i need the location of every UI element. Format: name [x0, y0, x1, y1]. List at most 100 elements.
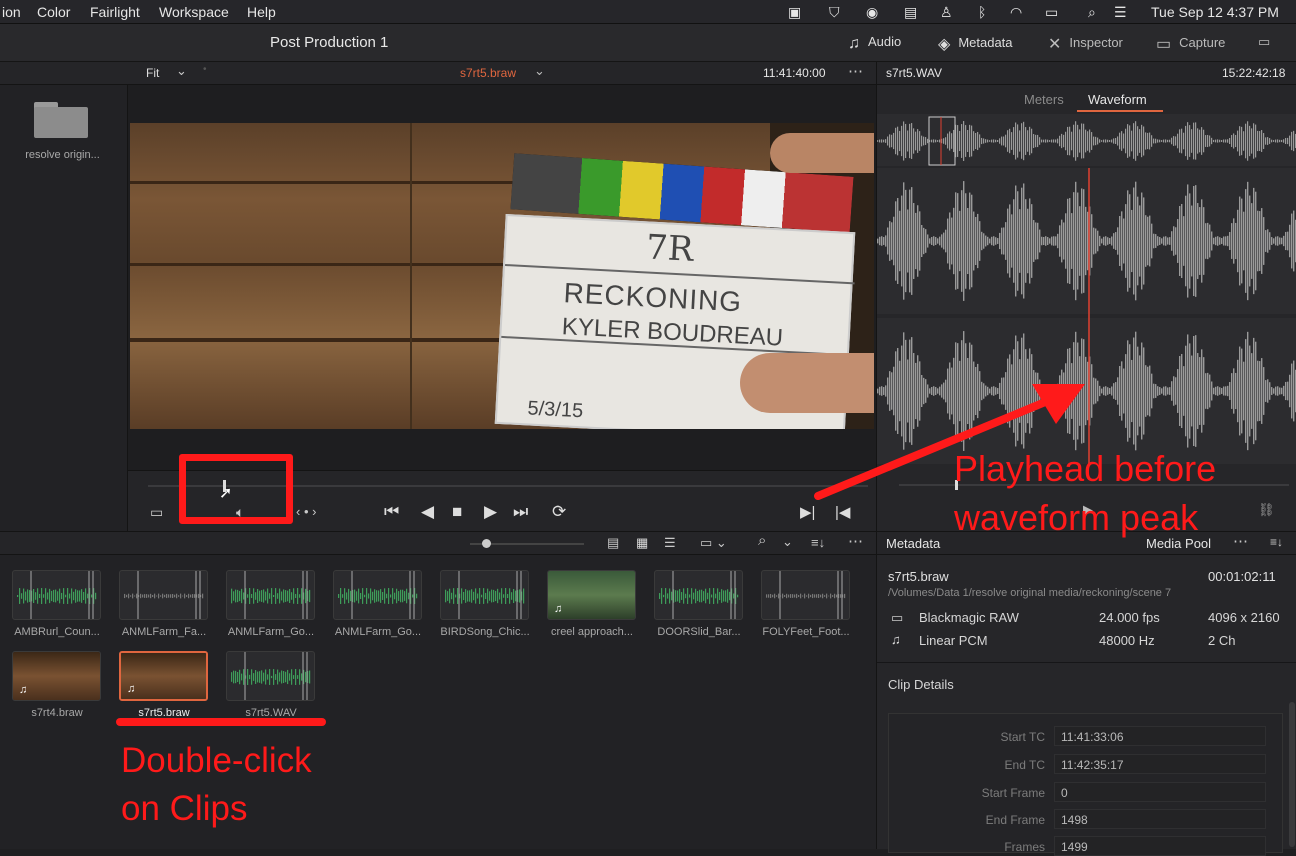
menu-bar: ion Color Fairlight Workspace Help ▣ ⛉ ◉…	[0, 0, 1296, 24]
menu-item-help[interactable]: Help	[247, 4, 276, 20]
search-icon[interactable]: ⌕	[758, 532, 766, 549]
chevron-down-icon[interactable]: ⌄	[782, 534, 793, 550]
clip-thumbnail[interactable]	[12, 570, 101, 620]
clip-details-heading[interactable]: Clip Details	[888, 677, 954, 692]
music-note-icon: ♫	[127, 683, 136, 695]
capture-label: Capture	[1179, 35, 1226, 50]
folder-icon[interactable]	[34, 102, 88, 138]
video-codec: Blackmagic RAW	[919, 610, 1019, 625]
clip-label[interactable]: s7rt4.braw	[2, 707, 112, 719]
user-icon[interactable]: ♙	[940, 4, 953, 21]
audio-channels: 2 Ch	[1208, 633, 1236, 648]
search-icon[interactable]: ⌕	[1088, 4, 1096, 21]
loop-icon[interactable]: ⟳	[552, 502, 566, 522]
metadata-button[interactable]: ◈ Metadata	[938, 34, 1013, 54]
video-frame[interactable]: 7R RECKONING KYLER BOUDREAU 5/3/15	[130, 123, 874, 429]
inspector-button[interactable]: ✕ Inspector	[1048, 34, 1123, 54]
start-tc-label: Start TC	[1000, 730, 1045, 744]
shield-icon[interactable]: ⛉	[829, 4, 840, 21]
clip-thumbnail[interactable]	[119, 570, 208, 620]
menu-item-ion[interactable]: ion	[2, 4, 21, 20]
music-note-icon: ♫	[891, 632, 901, 647]
battery-icon[interactable]: ▭	[1045, 4, 1058, 21]
wifi-icon[interactable]: ◠	[1010, 4, 1022, 21]
play-reverse-icon[interactable]: ◀︎	[421, 502, 434, 522]
jog-control-icon[interactable]: ‹ • ›	[296, 504, 316, 519]
underline-annotation	[116, 718, 326, 726]
play-icon[interactable]: ▶︎	[484, 502, 497, 522]
go-to-end-icon[interactable]: ⏭︎	[513, 502, 528, 522]
end-frame-field[interactable]: 1498	[1054, 809, 1266, 829]
hand	[770, 133, 874, 173]
metadata-duration: 00:01:02:11	[1208, 569, 1276, 584]
film-icon: ▭	[891, 610, 904, 625]
clip-label[interactable]: ANMLFarm_Go...	[323, 626, 433, 638]
more-options-icon[interactable]: ⋯	[1233, 532, 1248, 550]
more-options-icon[interactable]: ⋯	[848, 532, 863, 550]
clip-label[interactable]: BIRDSong_Chic...	[430, 626, 540, 638]
capture-button[interactable]: ▭ Capture	[1156, 34, 1225, 54]
clip-thumbnail[interactable]: ♫	[12, 651, 101, 701]
clip-thumbnail[interactable]: ♫	[119, 651, 208, 701]
start-frame-field[interactable]: 0	[1054, 782, 1266, 802]
clip-thumbnail[interactable]	[761, 570, 850, 620]
control-center-icon[interactable]: ☰	[1114, 4, 1127, 21]
chevron-down-icon[interactable]: ⌄	[534, 63, 545, 79]
sort-icon[interactable]: ≡↓	[811, 535, 825, 550]
chevron-down-icon[interactable]: ⌄	[176, 63, 187, 79]
clip-label[interactable]: DOORSlid_Bar...	[644, 626, 754, 638]
clip-thumbnail[interactable]	[654, 570, 743, 620]
scrollbar[interactable]	[1289, 702, 1295, 847]
slate-date: 5/3/15	[527, 397, 584, 423]
start-tc-field[interactable]: 11:41:33:06	[1054, 726, 1266, 746]
clip-label[interactable]: creel approach...	[537, 626, 647, 638]
tab-meters[interactable]: Meters	[1024, 92, 1064, 107]
audio-button[interactable]: ♫ Audio	[848, 34, 901, 53]
zoom-select[interactable]: Fit	[146, 66, 159, 80]
frames-field[interactable]: 1499	[1054, 836, 1266, 856]
capture-icon: ▭	[1156, 36, 1172, 53]
clip-label[interactable]: AMBRurl_Coun...	[2, 626, 112, 638]
app-icon[interactable]: ▤	[904, 4, 917, 21]
thumb-size-knob[interactable]	[482, 539, 491, 548]
annotation-playhead-line2: waveform peak	[954, 497, 1199, 538]
clip-label[interactable]: FOLYFeet_Foot...	[751, 626, 861, 638]
folder-label[interactable]: resolve origin...	[10, 149, 115, 161]
record-icon[interactable]: ◉	[866, 4, 878, 21]
clip-thumbnail[interactable]	[440, 570, 529, 620]
clip-thumbnail[interactable]: ♫	[547, 570, 636, 620]
viewer-timecode: 11:41:40:00	[763, 66, 826, 80]
sort-icon[interactable]: ≡↓	[1270, 535, 1283, 549]
highlight-box	[179, 454, 293, 524]
bluetooth-icon[interactable]: ᛒ	[978, 4, 986, 20]
video-fps: 24.000 fps	[1099, 610, 1160, 625]
viewer-clip-name[interactable]: s7rt5.braw	[460, 66, 516, 80]
clip-view-icon[interactable]: ▭	[150, 504, 163, 521]
metadata-view-icon[interactable]: ▤	[607, 535, 619, 551]
clip-filter-icon[interactable]: ▭ ⌄	[700, 535, 727, 551]
clip-thumbnail[interactable]	[333, 570, 422, 620]
list-view-icon[interactable]: ☰	[664, 535, 676, 551]
menu-item-fairlight[interactable]: Fairlight	[90, 4, 140, 20]
menu-item-color[interactable]: Color	[37, 4, 70, 20]
tab-waveform[interactable]: Waveform	[1088, 92, 1147, 107]
stop-icon[interactable]: ■	[452, 502, 462, 522]
clip-thumbnail[interactable]	[226, 570, 315, 620]
menu-clock: Tue Sep 12 4:37 PM	[1151, 4, 1279, 20]
clip-label[interactable]: ANMLFarm_Fa...	[109, 626, 219, 638]
cursor-icon: ➚	[219, 485, 233, 502]
clip-thumbnail[interactable]	[226, 651, 315, 701]
camera-icon[interactable]: ▣	[788, 4, 801, 21]
monitor-icon[interactable]: ▭	[1258, 34, 1270, 50]
clip-label[interactable]: ANMLFarm_Go...	[216, 626, 326, 638]
more-options-icon[interactable]: ⋯	[848, 62, 863, 80]
menu-item-workspace[interactable]: Workspace	[159, 4, 229, 20]
thumbnail-view-icon[interactable]: ▦	[636, 535, 648, 551]
frames-label: Frames	[1004, 840, 1045, 854]
link-icon[interactable]: ⛓︎	[1258, 502, 1275, 518]
go-to-start-icon[interactable]: ⏮︎	[384, 502, 399, 522]
audio-label: Audio	[868, 34, 902, 49]
music-note-icon: ♫	[848, 35, 860, 52]
inspector-label: Inspector	[1069, 35, 1123, 50]
end-tc-field[interactable]: 11:42:35:17	[1054, 754, 1266, 774]
